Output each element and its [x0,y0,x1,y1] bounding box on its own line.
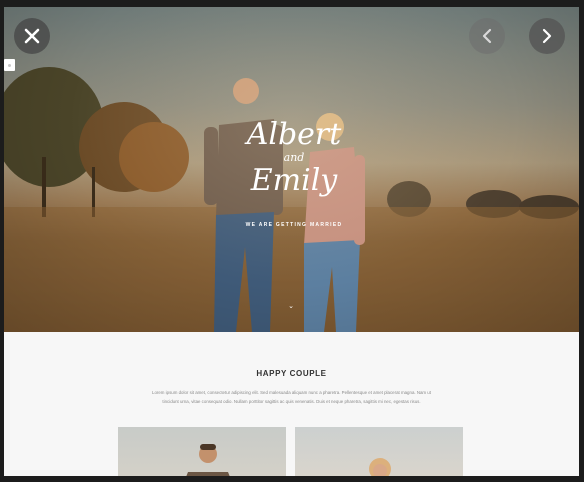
close-button[interactable] [14,18,50,54]
next-button[interactable] [529,18,565,54]
groom-photo-illustration [186,444,230,476]
groom-photo [118,427,286,476]
groom-name: Albert [246,117,342,152]
bride-name: Emily [250,163,338,198]
happy-couple-section: HAPPY COUPLE Lorem ipsum dolor sit amet,… [4,332,579,476]
section-body-text: Lorem ipsum dolor sit amet, consectetur … [152,390,431,404]
chevron-right-icon [542,28,552,44]
hero-tagline: WE ARE GETTING MARRIED [245,222,343,228]
bride-photo [295,427,463,476]
scroll-down-icon[interactable]: ⌄ [287,303,295,311]
bride-photo-illustration [369,458,391,476]
lightbox-viewer: Albert and Emily WE ARE GETTING MARRIED … [4,7,579,476]
close-icon [24,28,40,44]
section-title: HAPPY COUPLE [256,369,327,378]
couple-names: Albert and Emily [234,119,354,197]
hero-photo: Albert and Emily WE ARE GETTING MARRIED … [4,7,579,332]
previous-button[interactable] [469,18,505,54]
chevron-left-icon [482,28,492,44]
side-tab-button[interactable] [4,59,15,71]
